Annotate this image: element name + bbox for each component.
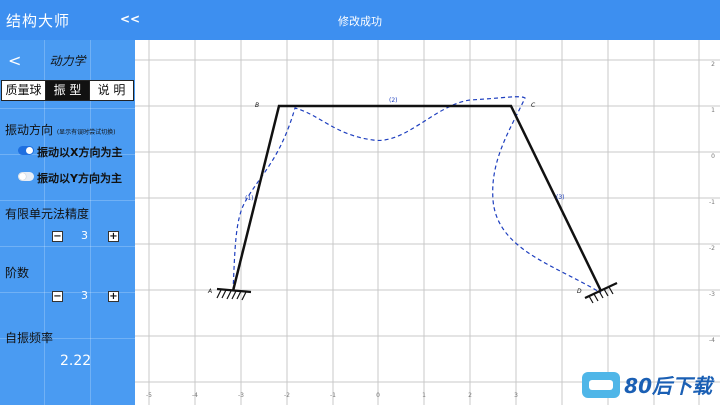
watermark-text: 80后下载 xyxy=(624,374,712,398)
vibration-y-label: 振动以Y方向为主 xyxy=(37,172,122,185)
x-tick-label: 2 xyxy=(468,392,472,399)
tab-bar: 质量球 振 型 说 明 xyxy=(1,80,134,101)
structure-canvas[interactable]: -5 -4 -3 -2 -1 0 1 2 3 2 1 0 -1 -2 -3 -4 xyxy=(135,40,720,405)
vibration-direction-text: 振动方向 xyxy=(5,123,54,137)
precision-label: 有限单元法精度 xyxy=(5,207,90,221)
toggle-knob xyxy=(26,147,33,154)
node-label-a: A xyxy=(207,288,212,295)
support-a xyxy=(216,287,252,301)
y-tick-label: -1 xyxy=(709,199,715,206)
y-tick-label: -3 xyxy=(709,291,715,298)
panel-title: 动力学 xyxy=(49,54,86,68)
y-tick-label: 1 xyxy=(711,107,715,114)
x-tick-label: 0 xyxy=(376,392,380,399)
tab-description[interactable]: 说 明 xyxy=(90,81,133,100)
precision-decrement-button[interactable]: − xyxy=(52,231,63,242)
sidebar-panel: < 动力学 质量球 振 型 说 明 振动方向 (显示有误时尝试切换) 振动以X方… xyxy=(0,40,135,405)
watermark: 80后下载 xyxy=(582,370,712,399)
x-tick-label: 3 xyxy=(514,392,518,399)
tab-mass-ball[interactable]: 质量球 xyxy=(2,81,46,100)
toggle-knob xyxy=(19,173,26,180)
structure-drawing: -5 -4 -3 -2 -1 0 1 2 3 2 1 0 -1 -2 -3 -4 xyxy=(135,40,720,405)
vibration-direction-label: 振动方向 (显示有误时尝试切换) xyxy=(5,121,116,138)
order-increment-button[interactable]: + xyxy=(108,291,119,302)
order-decrement-button[interactable]: − xyxy=(52,291,63,302)
sidebar-grid-line xyxy=(0,200,135,201)
status-message: 修改成功 xyxy=(338,15,382,28)
vibration-direction-hint: (显示有误时尝试切换) xyxy=(56,129,116,136)
x-tick-label: -5 xyxy=(146,392,152,399)
y-tick-label: 0 xyxy=(711,153,715,160)
y-tick-label: 2 xyxy=(711,61,715,68)
tab-mode-shape[interactable]: 振 型 xyxy=(46,81,90,100)
node-label-b: B xyxy=(255,102,259,109)
y-tick-label: -4 xyxy=(709,337,715,344)
y-tick-label: -2 xyxy=(709,245,715,252)
grid xyxy=(135,40,720,405)
mode-shape-curve xyxy=(232,96,602,294)
x-axis-labels: -5 -4 -3 -2 -1 0 1 2 3 xyxy=(146,392,518,399)
top-bar: 结构大师 << 修改成功 xyxy=(0,0,720,40)
sidebar-grid-line xyxy=(0,246,135,247)
watermark-logo-icon xyxy=(582,371,621,398)
x-tick-label: -2 xyxy=(284,392,290,399)
vibration-x-label: 振动以X方向为主 xyxy=(37,146,123,159)
x-tick-label: -3 xyxy=(238,392,244,399)
member-labels: (1) (2) (3) xyxy=(245,97,565,202)
x-tick-label: 1 xyxy=(422,392,426,399)
sidebar-grid-line xyxy=(0,108,135,109)
vibration-x-toggle[interactable] xyxy=(18,146,34,155)
precision-increment-button[interactable]: + xyxy=(108,231,119,242)
x-tick-label: -4 xyxy=(192,392,198,399)
order-label: 阶数 xyxy=(5,266,30,280)
order-value: 3 xyxy=(81,289,88,302)
node-label-d: D xyxy=(577,288,582,295)
member-label-1: (1) xyxy=(245,195,254,202)
member-label-2: (2) xyxy=(389,97,398,104)
precision-value: 3 xyxy=(81,229,88,242)
y-axis-labels: 2 1 0 -1 -2 -3 -4 xyxy=(709,61,715,344)
frequency-label: 自振频率 xyxy=(5,331,54,345)
member-label-3: (3) xyxy=(556,194,565,201)
frequency-value: 2.22 xyxy=(60,353,92,369)
vibration-y-toggle[interactable] xyxy=(18,172,34,181)
x-tick-label: -1 xyxy=(330,392,336,399)
